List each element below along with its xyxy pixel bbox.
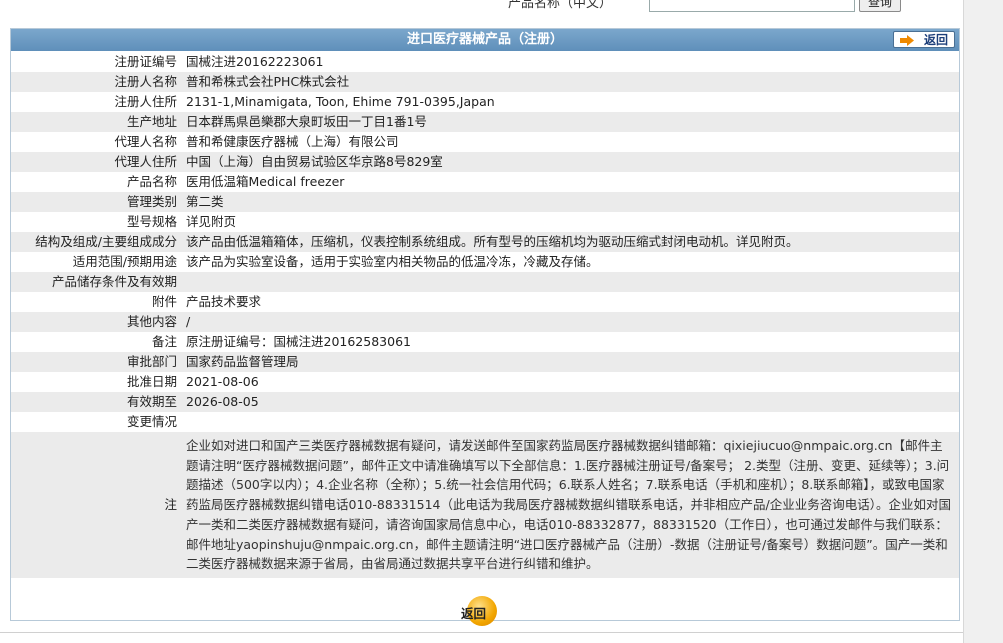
search-input[interactable] bbox=[649, 0, 855, 12]
field-value bbox=[182, 272, 959, 292]
field-label: 适用范围/预期用途 bbox=[72, 254, 177, 269]
field-label: 代理人名称 bbox=[114, 134, 177, 149]
table-row: 产品名称 医用低温箱Medical freezer bbox=[11, 172, 959, 192]
field-label: 型号规格 bbox=[126, 214, 177, 229]
field-value: 国家药品监督管理局 bbox=[182, 352, 959, 372]
field-value: / bbox=[182, 312, 959, 332]
field-label: 注册人住所 bbox=[114, 94, 177, 109]
table-row: 适用范围/预期用途 该产品为实验室设备，适用于实验室内相关物品的低温冷冻，冷藏及存… bbox=[11, 252, 959, 272]
right-gutter bbox=[963, 0, 1003, 643]
field-value: 2021-08-06 bbox=[186, 374, 259, 389]
field-value: 该产品为实验室设备，适用于实验室内相关物品的低温冷冻，冷藏及存储。 bbox=[186, 254, 599, 269]
panel-title-bar: 进口医疗器械产品（注册） 返回 bbox=[11, 29, 959, 51]
note-text: 企业如对进口和国产三类医疗器械数据有疑问，请发送邮件至国家药监局医疗器械数据纠错… bbox=[182, 432, 959, 578]
divider bbox=[0, 632, 963, 633]
back-button-top-label: 返回 bbox=[923, 33, 948, 47]
field-value: 普和希株式会社PHC株式会社 bbox=[182, 72, 959, 92]
field-value: 2131-1,Minamigata, Toon, Ehime 791-0395,… bbox=[186, 94, 495, 109]
field-label: 变更情况 bbox=[126, 414, 177, 429]
table-row: 生产地址 日本群馬県邑樂郡大泉町坂田一丁目1番1号 bbox=[11, 112, 959, 132]
search-label: 产品名称（中文） bbox=[508, 0, 613, 11]
field-label: 生产地址 bbox=[11, 112, 182, 132]
field-label: 结构及组成/主要组成成分 bbox=[11, 232, 182, 252]
field-label: 产品名称 bbox=[126, 174, 177, 189]
note-label: 注 bbox=[11, 432, 182, 578]
field-value: 国械注进20162223061 bbox=[186, 54, 324, 69]
field-value: 中国（上海）自由贸易试验区华京路8号829室 bbox=[182, 152, 959, 172]
field-value: 日本群馬県邑樂郡大泉町坂田一丁目1番1号 bbox=[182, 112, 959, 132]
field-value: 第二类 bbox=[182, 192, 959, 212]
panel-title: 进口医疗器械产品（注册） bbox=[406, 32, 563, 47]
field-label: 代理人住所 bbox=[11, 152, 182, 172]
field-label: 注册人名称 bbox=[11, 72, 182, 92]
back-button-bottom-label: 返回 bbox=[461, 606, 487, 621]
product-detail-panel: 进口医疗器械产品（注册） 返回 注册证编号 国械注进20162223061 注册人名… bbox=[10, 28, 960, 621]
field-value: 2026-08-05 bbox=[182, 392, 959, 412]
table-row: 附件 产品技术要求 bbox=[11, 292, 959, 312]
table-row: 批准日期 2021-08-06 bbox=[11, 372, 959, 392]
table-row: 备注 原注册证编号：国械注进20162583061 bbox=[11, 332, 959, 352]
field-value: 医用低温箱Medical freezer bbox=[186, 174, 345, 189]
table-row: 产品储存条件及有效期 bbox=[11, 272, 959, 292]
table-row: 代理人名称 普和希健康医疗器械（上海）有限公司 bbox=[11, 132, 959, 152]
field-value bbox=[182, 412, 959, 432]
table-row: 变更情况 bbox=[11, 412, 959, 432]
note-row: 注企业如对进口和国产三类医疗器械数据有疑问，请发送邮件至国家药监局医疗器械数据纠… bbox=[11, 432, 959, 578]
table-row: 注册人名称 普和希株式会社PHC株式会社 bbox=[11, 72, 959, 92]
field-label: 备注 bbox=[151, 334, 177, 349]
back-button-bottom[interactable]: 返回 bbox=[459, 596, 509, 626]
table-row: 型号规格 详见附页 bbox=[11, 212, 959, 232]
table-row: 注册人住所 2131-1,Minamigata, Toon, Ehime 791-… bbox=[11, 92, 959, 112]
table-row: 有效期至 2026-08-05 bbox=[11, 392, 959, 412]
field-value: 普和希健康医疗器械（上海）有限公司 bbox=[186, 134, 399, 149]
table-row: 审批部门 国家药品监督管理局 bbox=[11, 352, 959, 372]
field-value: 详见附页 bbox=[186, 214, 237, 229]
search-bar: 产品名称（中文） 查询 bbox=[0, 0, 963, 28]
field-label: 其他内容 bbox=[11, 312, 182, 332]
table-row: 代理人住所 中国（上海）自由贸易试验区华京路8号829室 bbox=[11, 152, 959, 172]
table-row: 结构及组成/主要组成成分 该产品由低温箱箱体，压缩机，仪表控制系统组成。所有型号的… bbox=[11, 232, 959, 252]
field-label: 产品储存条件及有效期 bbox=[11, 272, 182, 292]
back-button-top[interactable]: 返回 bbox=[893, 31, 955, 48]
field-value: 原注册证编号：国械注进20162583061 bbox=[186, 334, 411, 349]
field-value: 该产品由低温箱箱体，压缩机，仪表控制系统组成。所有型号的压缩机均为驱动压缩式封闭… bbox=[182, 232, 959, 252]
field-label: 注册证编号 bbox=[114, 54, 177, 69]
field-label: 管理类别 bbox=[11, 192, 182, 212]
field-label: 审批部门 bbox=[11, 352, 182, 372]
search-button[interactable]: 查询 bbox=[859, 0, 901, 12]
field-label: 有效期至 bbox=[11, 392, 182, 412]
arrow-right-icon bbox=[900, 35, 914, 46]
table-row: 其他内容 / bbox=[11, 312, 959, 332]
table-row: 注册证编号 国械注进20162223061 bbox=[11, 52, 959, 72]
table-row: 管理类别 第二类 bbox=[11, 192, 959, 212]
detail-table: 注册证编号 国械注进20162223061 注册人名称 普和希株式会社PHC株式会社注… bbox=[11, 52, 959, 578]
field-label: 附件 bbox=[151, 294, 177, 309]
field-label: 批准日期 bbox=[126, 374, 177, 389]
field-value: 产品技术要求 bbox=[186, 294, 262, 309]
